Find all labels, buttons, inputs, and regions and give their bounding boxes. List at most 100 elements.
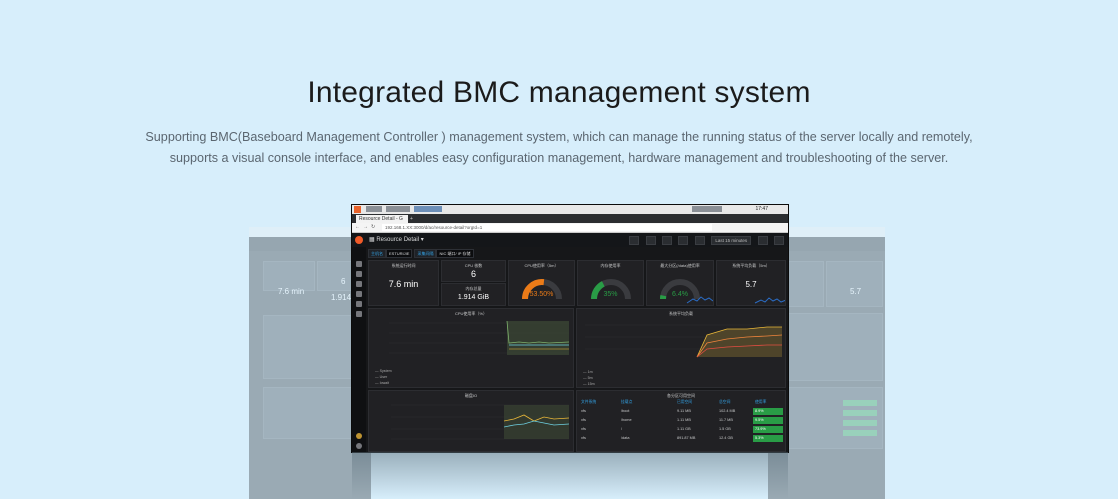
gear-icon[interactable] <box>356 301 362 307</box>
load-average-chart[interactable]: 系统平均负载 — 1m — 5m — 15m <box>576 308 786 388</box>
ghost-table-panel <box>772 387 883 449</box>
legend-label: 1m <box>587 370 593 374</box>
grafana-logo-icon[interactable] <box>355 236 363 244</box>
new-tab-icon[interactable]: + <box>410 215 413 223</box>
table-cell: /data <box>621 436 630 440</box>
cpu-usage-gauge[interactable]: CPU使用率（5m） 53.50% <box>508 260 575 306</box>
screen-reflection <box>352 452 788 499</box>
gauge-arc <box>591 279 631 300</box>
help-icon[interactable] <box>356 443 362 449</box>
dashboard-variables: 主机名 ESTURIJIE 采集间隔 NIC 端口/ IP 存储 <box>368 249 476 258</box>
browser-tab[interactable]: Resource Detail - G <box>356 215 408 223</box>
table-row: xfs /boot 9.11 MB 102.4 MB 8.9% <box>579 407 783 415</box>
partition-table-panel[interactable]: 各分区可用空间 文件系统 挂载点 已用空间 总空间 使用率 xfs /boot … <box>576 390 786 452</box>
column-header[interactable]: 已用空间 <box>677 398 692 406</box>
table-cell: xfs <box>581 436 586 440</box>
ghost-pill <box>843 430 877 436</box>
refresh-icon[interactable] <box>774 236 784 245</box>
table-cell: 1.11 GB <box>677 427 691 431</box>
cpu-cores-panel[interactable]: CPU 核数 6 <box>441 260 506 282</box>
dashboard-sidebar <box>352 247 366 452</box>
legend-label: 15m <box>587 382 595 386</box>
ghost-chart-panel <box>772 313 883 381</box>
shield-icon[interactable] <box>356 311 362 317</box>
usage-badge: 5.3% <box>753 434 783 442</box>
table-cell: 891.87 MB <box>677 436 696 440</box>
table-cell: /home <box>621 418 632 422</box>
os-menu-icon[interactable] <box>354 206 361 213</box>
add-panel-icon[interactable] <box>629 236 640 245</box>
gauge-value: 6.4% <box>672 291 688 298</box>
ghost-cores: 6 <box>341 277 346 286</box>
column-header[interactable]: 使用率 <box>755 398 766 406</box>
usage-badge: 8.9% <box>753 407 783 415</box>
alert-icon[interactable] <box>356 291 362 297</box>
back-icon[interactable]: ← <box>355 224 360 231</box>
panel-title: 系统运行时间 <box>391 263 416 268</box>
load-legend: — 1m — 5m — 15m <box>583 369 595 387</box>
disk-io-chart[interactable]: 磁盘IO <box>368 390 574 452</box>
forward-icon[interactable]: → <box>363 224 368 231</box>
reload-icon[interactable]: ↻ <box>371 224 375 231</box>
column-header[interactable]: 挂载点 <box>621 398 632 406</box>
hero-description-line-1: Supporting BMC(Baseboard Management Cont… <box>145 130 973 144</box>
share-icon[interactable] <box>661 236 672 245</box>
url-input[interactable]: 192.168.1.XX:3000/d/ac/resource-detail?o… <box>382 224 712 231</box>
memory-panel[interactable]: 内存总量 1.914 GiB <box>441 283 506 306</box>
panel-title: 内存总量 <box>465 286 482 291</box>
cpu-usage-chart[interactable]: CPU使用率（%） — System — User — Iowait <box>368 308 574 388</box>
usage-badge: 73.9% <box>753 425 783 433</box>
avatar[interactable] <box>356 433 362 439</box>
table-cell: 1.5 GB <box>719 427 731 431</box>
partition-usage-gauge[interactable]: 最大分区(/data)使用率 6.4% <box>646 260 714 306</box>
gear-icon[interactable] <box>694 236 705 245</box>
table-cell: xfs <box>581 409 586 413</box>
search-icon[interactable] <box>356 261 362 267</box>
table-cell: 102.4 MB <box>719 409 736 413</box>
explore-icon[interactable] <box>356 281 362 287</box>
taskbar-item[interactable] <box>386 206 410 212</box>
ghost-uptime: 7.6 min <box>278 287 305 296</box>
variable-select[interactable]: NIC 端口/ IP 存储 <box>436 249 474 258</box>
hero-description: Supporting BMC(Baseboard Management Cont… <box>60 127 1058 169</box>
table-cell: / <box>621 427 623 431</box>
taskbar-item-active[interactable] <box>414 206 442 212</box>
legend-label: System <box>379 369 392 373</box>
legend-item[interactable]: — 15m <box>583 381 595 387</box>
ghost-pill <box>843 420 877 426</box>
table-cell: 9.11 MB <box>677 409 691 413</box>
os-clock: 17:47 <box>755 206 768 212</box>
hero-description-line-2: supports a visual console interface, and… <box>169 151 949 165</box>
variable-select[interactable]: ESTURIJIE <box>386 249 413 258</box>
zoom-out-icon[interactable] <box>757 236 768 245</box>
gauge-value: 53.50% <box>529 291 554 298</box>
gauge-arc <box>522 279 562 300</box>
taskbar-item[interactable] <box>366 206 382 212</box>
legend-label: User <box>379 375 388 379</box>
memory-usage-gauge[interactable]: 内存使用率 35% <box>577 260 644 306</box>
save-icon[interactable] <box>678 236 689 245</box>
load-chart-plot <box>585 324 783 358</box>
ghost-pill <box>843 410 877 416</box>
column-header[interactable]: 文件系统 <box>581 398 596 406</box>
dashboards-icon[interactable] <box>356 271 362 277</box>
cpu-chart-plot <box>389 320 570 355</box>
column-header[interactable]: 总空间 <box>719 398 730 406</box>
variable-label: 主机名 <box>368 249 386 258</box>
table-cell: 11.7 MB <box>719 418 733 422</box>
table-cell: xfs <box>581 427 586 431</box>
legend-label: 5m <box>587 376 593 380</box>
cpu-cores-value: 6 <box>470 269 476 279</box>
legend-label: Iowait <box>379 381 389 385</box>
cpu-legend: — System — User — Iowait <box>375 368 392 386</box>
dashboard-title[interactable]: ▦ Resource Detail ▾ <box>369 235 424 245</box>
star-icon[interactable] <box>645 236 656 245</box>
table-header: 文件系统 挂载点 已用空间 总空间 使用率 <box>579 398 783 406</box>
uptime-panel[interactable]: 系统运行时间 7.6 min <box>368 260 439 306</box>
table-row: xfs /data 891.87 MB 12.4 GB 5.3% <box>579 434 783 442</box>
time-range-picker[interactable]: Last 15 minutes <box>711 236 752 245</box>
table-cell: /boot <box>621 409 630 413</box>
legend-item[interactable]: — Iowait <box>375 380 392 386</box>
uptime-value: 7.6 min <box>388 279 419 289</box>
load-average-panel[interactable]: 系统平均负载（5m） 5.7 <box>716 260 786 306</box>
